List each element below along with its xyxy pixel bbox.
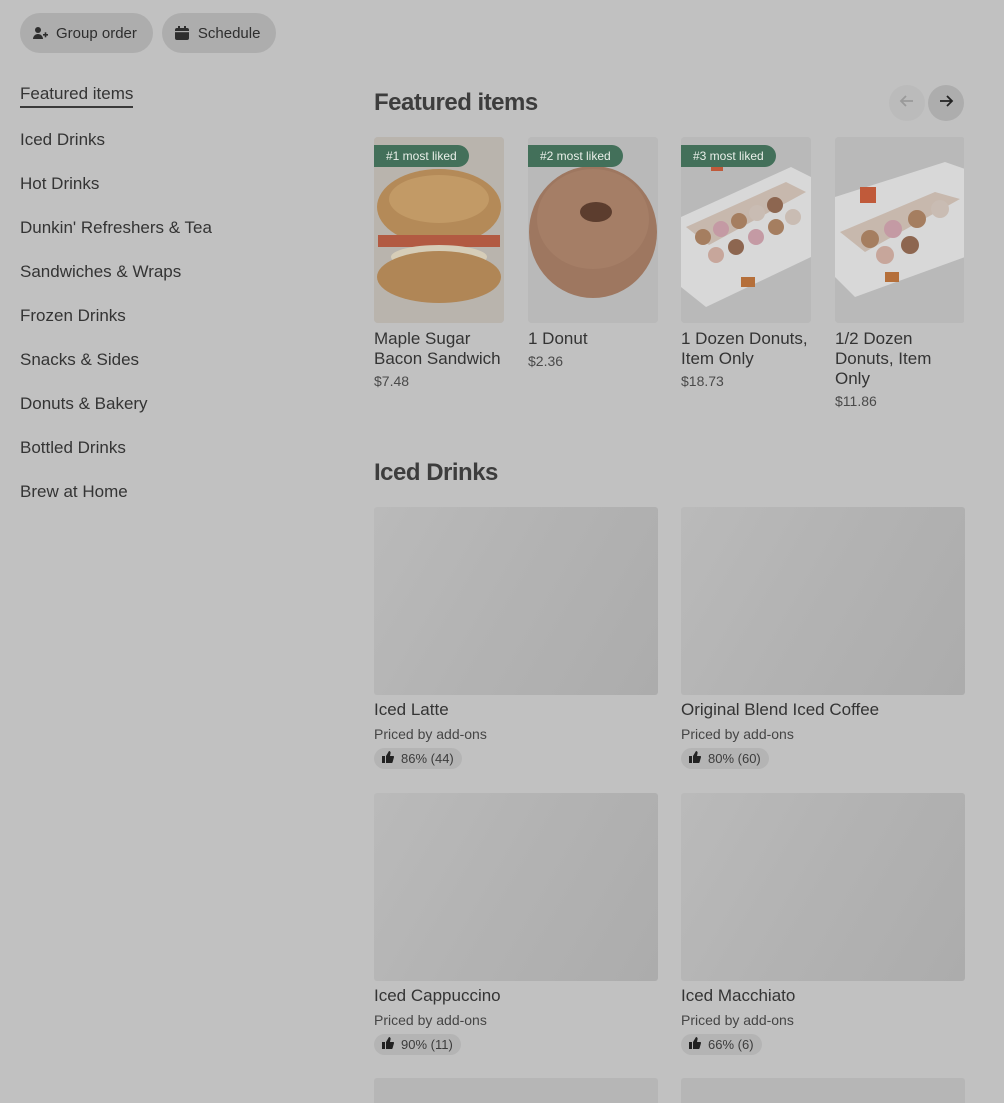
menu-item-card[interactable]: Iced Cappuccino Priced by add-ons 90% (1… [374, 793, 658, 1055]
add-user-icon [32, 25, 48, 41]
sidebar-item-sandwiches-wraps[interactable]: Sandwiches & Wraps [20, 250, 320, 294]
featured-item-image: #3 most liked [681, 137, 811, 323]
menu-item-name: Iced Latte [374, 700, 449, 719]
featured-item-image [835, 137, 964, 323]
menu-item-image-placeholder[interactable] [374, 1078, 658, 1103]
carousel-next-button[interactable] [928, 85, 964, 121]
rating-text: 90% (11) [401, 1037, 453, 1052]
featured-item-card[interactable]: #3 most liked 1 Dozen Donuts, Item Only … [681, 137, 811, 389]
featured-item-name: Maple Sugar Bacon Sandwich [374, 329, 501, 368]
menu-item-price-note: Priced by add-ons [681, 726, 794, 742]
featured-item-name: 1 Donut [528, 329, 588, 348]
menu-item-name: Original Blend Iced Coffee [681, 700, 880, 719]
featured-item-card[interactable]: #2 most liked 1 Donut $2.36 [528, 137, 658, 369]
thumbs-up-icon [689, 751, 702, 766]
arrow-right-icon [938, 93, 954, 114]
menu-item-rating: 90% (11) [374, 1034, 461, 1055]
sidebar-item-donuts-bakery[interactable]: Donuts & Bakery [20, 382, 320, 426]
sidebar-item-iced-drinks[interactable]: Iced Drinks [20, 118, 320, 162]
sidebar-item-snacks-sides[interactable]: Snacks & Sides [20, 338, 320, 382]
sidebar-item-brew-at-home[interactable]: Brew at Home [20, 470, 320, 514]
menu-item-image-placeholder [681, 507, 965, 695]
thumbs-up-icon [382, 1037, 395, 1052]
rating-text: 66% (6) [708, 1037, 754, 1052]
featured-item-price: $18.73 [681, 373, 724, 389]
thumbs-up-icon [689, 1037, 702, 1052]
thumbs-up-icon [382, 751, 395, 766]
featured-section-title: Featured items [374, 89, 538, 116]
rating-text: 80% (60) [708, 751, 761, 766]
menu-item-card[interactable]: Iced Macchiato Priced by add-ons 66% (6) [681, 793, 965, 1055]
top-actions: Group order Schedule [20, 13, 277, 53]
menu-item-card[interactable]: Original Blend Iced Coffee Priced by add… [681, 507, 965, 769]
featured-item-card[interactable]: #1 most liked Maple Sugar Bacon Sandwich… [374, 137, 504, 389]
sidebar-item-frozen-drinks[interactable]: Frozen Drinks [20, 294, 320, 338]
carousel-prev-button[interactable] [889, 85, 925, 121]
featured-item-price: $2.36 [528, 353, 564, 369]
group-order-label: Group order [56, 24, 137, 42]
most-liked-badge: #3 most liked [681, 145, 776, 167]
category-sidebar: Featured items Iced Drinks Hot Drinks Du… [20, 74, 320, 514]
sidebar-item-hot-drinks[interactable]: Hot Drinks [20, 162, 320, 206]
menu-item-rating: 80% (60) [681, 748, 769, 769]
featured-item-card[interactable]: 1/2 Dozen Donuts, Item Only $11.86 [835, 137, 964, 409]
menu-item-price-note: Priced by add-ons [374, 1012, 487, 1028]
schedule-button[interactable]: Schedule [161, 13, 277, 53]
featured-item-price: $7.48 [374, 373, 410, 389]
menu-item-rating: 86% (44) [374, 748, 462, 769]
featured-carousel: #1 most liked Maple Sugar Bacon Sandwich… [374, 137, 964, 427]
iced-drinks-section-title: Iced Drinks [374, 459, 498, 486]
most-liked-badge: #1 most liked [374, 145, 469, 167]
featured-item-name: 1/2 Dozen Donuts, Item Only [835, 329, 932, 388]
menu-item-card[interactable]: Iced Latte Priced by add-ons 86% (44) [374, 507, 658, 769]
calendar-icon [174, 25, 190, 41]
menu-item-rating: 66% (6) [681, 1034, 762, 1055]
menu-item-price-note: Priced by add-ons [374, 726, 487, 742]
featured-item-image: #1 most liked [374, 137, 504, 323]
rating-text: 86% (44) [401, 751, 454, 766]
featured-item-image: #2 most liked [528, 137, 658, 323]
menu-item-name: Iced Cappuccino [374, 986, 501, 1005]
sidebar-item-bottled-drinks[interactable]: Bottled Drinks [20, 426, 320, 470]
menu-item-image-placeholder [374, 793, 658, 981]
group-order-button[interactable]: Group order [20, 13, 153, 53]
featured-item-name: 1 Dozen Donuts, Item Only [681, 329, 808, 368]
schedule-label: Schedule [197, 24, 261, 42]
menu-item-name: Iced Macchiato [681, 986, 796, 1005]
most-liked-badge: #2 most liked [528, 145, 623, 167]
menu-item-image-placeholder [681, 793, 965, 981]
featured-item-price: $11.86 [835, 393, 877, 409]
sidebar-item-refreshers-tea[interactable]: Dunkin' Refreshers & Tea [20, 206, 320, 250]
half-dozen-donuts-box-image [835, 137, 964, 323]
menu-item-price-note: Priced by add-ons [681, 1012, 794, 1028]
menu-item-image-placeholder[interactable] [681, 1078, 965, 1103]
arrow-left-icon [899, 93, 915, 114]
menu-item-image-placeholder [374, 507, 658, 695]
sidebar-item-featured-items[interactable]: Featured items [20, 74, 320, 118]
